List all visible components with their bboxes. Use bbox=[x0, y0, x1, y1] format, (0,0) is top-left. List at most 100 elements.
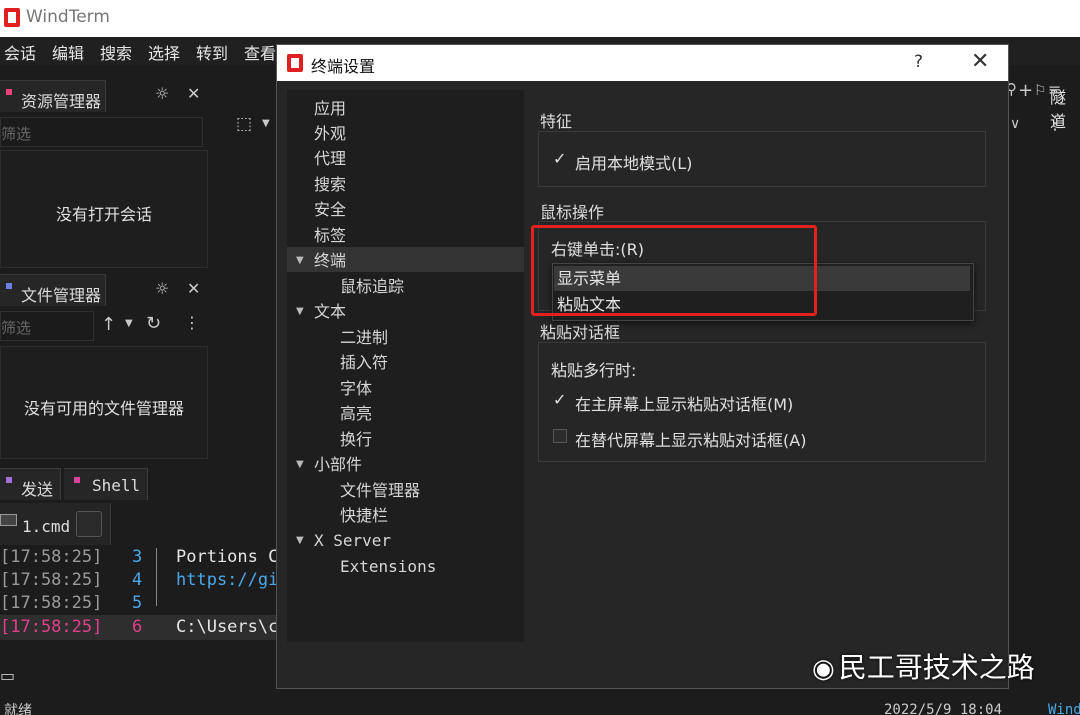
status-app-link[interactable]: Wind bbox=[1048, 702, 1080, 715]
menu-select[interactable]: 选择 bbox=[148, 40, 180, 64]
explorer-empty-text: 没有打开会话 bbox=[55, 205, 152, 224]
chevron-down-icon[interactable]: ▼ bbox=[262, 118, 270, 129]
nav-item-proxy[interactable]: 代理 bbox=[314, 146, 346, 171]
add-icon[interactable]: + bbox=[1018, 80, 1033, 101]
cmd-icon bbox=[0, 514, 17, 526]
terminal-line: [17:58:25] 5 bbox=[0, 593, 142, 613]
nav-item-appearance[interactable]: 外观 bbox=[314, 121, 346, 146]
menu-edit[interactable]: 编辑 bbox=[52, 40, 84, 64]
menu-view[interactable]: 查看 bbox=[244, 40, 276, 64]
line-link[interactable]: https://gi bbox=[176, 570, 278, 590]
dialog-titlebar: 终端设置 ? ✕ bbox=[277, 45, 1008, 81]
gear-icon[interactable]: ☼ bbox=[155, 279, 169, 298]
nav-item-mouse-tracking[interactable]: 鼠标追踪 bbox=[340, 274, 404, 299]
explorer-filter-input[interactable]: 筛选 bbox=[0, 117, 203, 147]
terminal-line: [17:58:25] 3 Portions C bbox=[0, 547, 278, 567]
chevron-down-icon[interactable]: ▼ bbox=[125, 318, 133, 329]
nav-item-file-manager[interactable]: 文件管理器 bbox=[340, 478, 420, 503]
nav-item-tabs[interactable]: 标签 bbox=[314, 223, 346, 248]
expand-triangle-icon[interactable]: ▼ bbox=[296, 459, 304, 470]
nav-item-binary[interactable]: 二进制 bbox=[340, 325, 388, 350]
nav-item-text[interactable]: 文本 bbox=[314, 299, 346, 324]
app-titlebar: WindTerm bbox=[0, 0, 1080, 37]
refresh-icon[interactable]: ↻ bbox=[146, 313, 161, 334]
shell-marker bbox=[74, 477, 80, 483]
chevron-down-icon[interactable]: ∨ bbox=[1010, 116, 1020, 132]
nav-item-wrap[interactable]: 换行 bbox=[340, 427, 372, 452]
check-icon[interactable]: ✓ bbox=[553, 390, 566, 409]
tab-explorer-label: 资源管理器 bbox=[21, 92, 102, 111]
gear-icon[interactable]: ☼ bbox=[155, 84, 169, 103]
session-tab-button[interactable] bbox=[76, 511, 102, 537]
expand-triangle-icon[interactable]: ▼ bbox=[296, 306, 304, 317]
session-tab-label: 1.cmd bbox=[22, 517, 71, 536]
tab-file-manager-label: 文件管理器 bbox=[21, 286, 102, 305]
mouse-section-title: 鼠标操作 bbox=[540, 203, 605, 222]
expand-triangle-icon[interactable]: ▼ bbox=[296, 535, 304, 546]
windterm-logo-icon bbox=[4, 8, 20, 27]
nav-item-app[interactable]: 应用 bbox=[314, 96, 346, 121]
watermark: ◉ 民工哥技术之路 bbox=[812, 646, 1035, 686]
expand-triangle-icon[interactable]: ▼ bbox=[296, 255, 304, 266]
file-manager-empty-text: 没有可用的文件管理器 bbox=[23, 399, 184, 418]
arrow-up-icon[interactable]: ↑ bbox=[101, 314, 116, 335]
nav-item-security[interactable]: 安全 bbox=[314, 197, 346, 222]
settings-nav-tree: 应用 外观 代理 搜索 安全 标签 ▼ 终端 鼠标追踪 ▼ 文本 二进制 插入符… bbox=[287, 90, 524, 642]
terminal-line: [17:58:25] 6 C:\Users\c bbox=[0, 617, 278, 637]
fold-guide bbox=[156, 548, 157, 606]
close-icon[interactable]: ✕ bbox=[187, 84, 200, 103]
more-icon[interactable]: ⋮ bbox=[184, 313, 200, 332]
wechat-icon: ◉ bbox=[812, 654, 835, 684]
close-button[interactable]: ✕ bbox=[971, 49, 989, 74]
paste-group: 粘贴多行时: ✓ 在主屏幕上显示粘贴对话框(M) 在替代屏幕上显示粘贴对话框(A… bbox=[538, 342, 986, 462]
nav-item-widgets[interactable]: 小部件 bbox=[314, 452, 362, 477]
check-icon[interactable]: ✓ bbox=[553, 149, 566, 168]
timestamp: [17:58:25] bbox=[0, 570, 103, 590]
nav-item-highlight[interactable]: 高亮 bbox=[340, 401, 372, 426]
features-group: ✓ 启用本地模式(L) bbox=[538, 131, 986, 187]
session-tab[interactable]: 1.cmd bbox=[0, 503, 111, 545]
nav-item-terminal[interactable]: 终端 bbox=[314, 248, 346, 273]
close-icon[interactable]: ✕ bbox=[187, 279, 200, 298]
explorer-body: 没有打开会话 bbox=[0, 150, 208, 268]
nav-item-quickbar[interactable]: 快捷栏 bbox=[340, 503, 388, 528]
menu-search[interactable]: 搜索 bbox=[100, 40, 132, 64]
alt-screen-checkbox-label[interactable]: 在替代屏幕上显示粘贴对话框(A) bbox=[575, 427, 806, 451]
nav-item-extensions[interactable]: Extensions bbox=[340, 554, 436, 579]
tab-shell[interactable]: Shell bbox=[64, 468, 148, 500]
file-manager-marker bbox=[6, 283, 12, 289]
nav-item-font[interactable]: 字体 bbox=[340, 376, 372, 401]
local-mode-checkbox-label[interactable]: 启用本地模式(L) bbox=[575, 150, 692, 174]
tab-shell-label: Shell bbox=[92, 476, 141, 495]
nav-item-xserver[interactable]: X Server bbox=[314, 528, 391, 553]
file-manager-body: 没有可用的文件管理器 bbox=[0, 346, 208, 459]
new-session-icon[interactable]: ⬚ bbox=[236, 114, 252, 134]
terminal-line: [17:58:25] 4 https://gi bbox=[0, 570, 278, 590]
list-icon[interactable]: ≡ bbox=[1048, 80, 1061, 99]
tab-explorer[interactable]: 资源管理器 bbox=[0, 80, 106, 112]
tab-file-manager[interactable]: 文件管理器 bbox=[0, 274, 106, 306]
help-button[interactable]: ? bbox=[914, 52, 923, 72]
send-marker bbox=[6, 477, 12, 483]
statusbar: 就绪 2022/5/9 18:04 Wind bbox=[0, 694, 1080, 715]
dialog-title: 终端设置 bbox=[311, 57, 376, 76]
tab-send[interactable]: 发送 bbox=[0, 468, 61, 500]
main-screen-checkbox-label[interactable]: 在主屏幕上显示粘贴对话框(M) bbox=[575, 391, 793, 415]
file-filter-input[interactable]: 筛选 bbox=[0, 311, 94, 341]
timestamp: [17:58:25] bbox=[0, 593, 103, 613]
multiline-label: 粘贴多行时: bbox=[551, 361, 637, 380]
more-icon[interactable]: ⋮ bbox=[1046, 113, 1064, 134]
nav-item-caret[interactable]: 插入符 bbox=[340, 350, 388, 375]
app-title: WindTerm bbox=[26, 7, 110, 27]
line-text: Portions C bbox=[176, 547, 279, 567]
features-section-title: 特征 bbox=[540, 112, 573, 131]
timestamp: [17:58:25] bbox=[0, 617, 103, 637]
line-number: 5 bbox=[132, 593, 143, 613]
nav-item-search[interactable]: 搜索 bbox=[314, 172, 346, 197]
menu-session[interactable]: 会话 bbox=[4, 40, 36, 64]
terminal-icon[interactable]: ▭ bbox=[0, 666, 15, 685]
menu-goto[interactable]: 转到 bbox=[196, 40, 228, 64]
highlight-annotation-box bbox=[531, 225, 817, 316]
line-number: 6 bbox=[132, 617, 143, 637]
alt-screen-checkbox[interactable] bbox=[553, 429, 567, 443]
